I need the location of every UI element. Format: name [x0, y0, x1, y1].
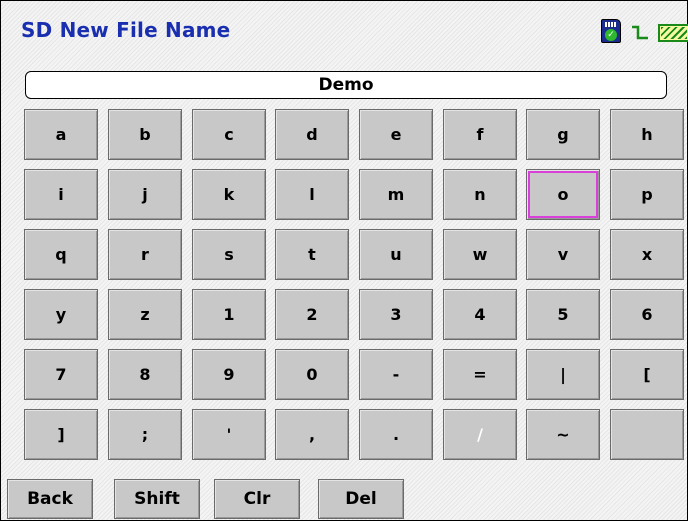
key[interactable]: 5: [526, 289, 600, 340]
key[interactable]: r: [108, 229, 182, 280]
key[interactable]: ,: [275, 409, 349, 460]
key[interactable]: t: [275, 229, 349, 280]
key[interactable]: z: [108, 289, 182, 340]
key[interactable]: p: [610, 169, 684, 220]
app-window: SD New File Name ✓ Demo abcdefgh ijklmnop…: [0, 0, 688, 521]
key[interactable]: u: [359, 229, 433, 280]
key[interactable]: 0: [275, 349, 349, 400]
key[interactable]: ': [192, 409, 266, 460]
key[interactable]: 9: [192, 349, 266, 400]
key[interactable]: 1: [192, 289, 266, 340]
key[interactable]: x: [610, 229, 684, 280]
clear-button[interactable]: Clr: [214, 479, 300, 519]
key[interactable]: w: [443, 229, 517, 280]
key[interactable]: 6: [610, 289, 684, 340]
key[interactable]: c: [192, 109, 266, 160]
key[interactable]: o: [526, 169, 600, 220]
key[interactable]: h: [610, 109, 684, 160]
shift-button[interactable]: Shift: [114, 479, 200, 519]
key[interactable]: s: [192, 229, 266, 280]
key[interactable]: 3: [359, 289, 433, 340]
key[interactable]: i: [24, 169, 98, 220]
key[interactable]: [: [610, 349, 684, 400]
battery-icon: [658, 24, 688, 42]
key[interactable]: n: [443, 169, 517, 220]
page-title: SD New File Name: [21, 18, 231, 42]
key[interactable]: b: [108, 109, 182, 160]
key[interactable]: ]: [24, 409, 98, 460]
key[interactable]: =: [443, 349, 517, 400]
key[interactable]: 8: [108, 349, 182, 400]
delete-button[interactable]: Del: [318, 479, 404, 519]
key[interactable]: m: [359, 169, 433, 220]
key[interactable]: ~: [526, 409, 600, 460]
bottom-toolbar: Back Shift Clr Del: [1, 479, 687, 520]
key[interactable]: e: [359, 109, 433, 160]
key-blank[interactable]: [610, 409, 684, 460]
key[interactable]: y: [24, 289, 98, 340]
key[interactable]: a: [24, 109, 98, 160]
key[interactable]: |: [526, 349, 600, 400]
sd-card-icon: ✓: [601, 19, 621, 43]
title-bar: SD New File Name ✓: [1, 1, 688, 59]
file-name-field[interactable]: Demo: [25, 71, 667, 99]
signal-icon: [632, 25, 648, 40]
key[interactable]: l: [275, 169, 349, 220]
key[interactable]: 4: [443, 289, 517, 340]
key[interactable]: 2: [275, 289, 349, 340]
key[interactable]: ;: [108, 409, 182, 460]
key[interactable]: .: [359, 409, 433, 460]
key[interactable]: k: [192, 169, 266, 220]
key[interactable]: /: [443, 409, 517, 460]
key[interactable]: -: [359, 349, 433, 400]
key[interactable]: 7: [24, 349, 98, 400]
key[interactable]: g: [526, 109, 600, 160]
back-button[interactable]: Back: [7, 479, 93, 519]
key[interactable]: q: [24, 229, 98, 280]
key[interactable]: f: [443, 109, 517, 160]
key[interactable]: j: [108, 169, 182, 220]
key[interactable]: d: [275, 109, 349, 160]
key[interactable]: v: [526, 229, 600, 280]
